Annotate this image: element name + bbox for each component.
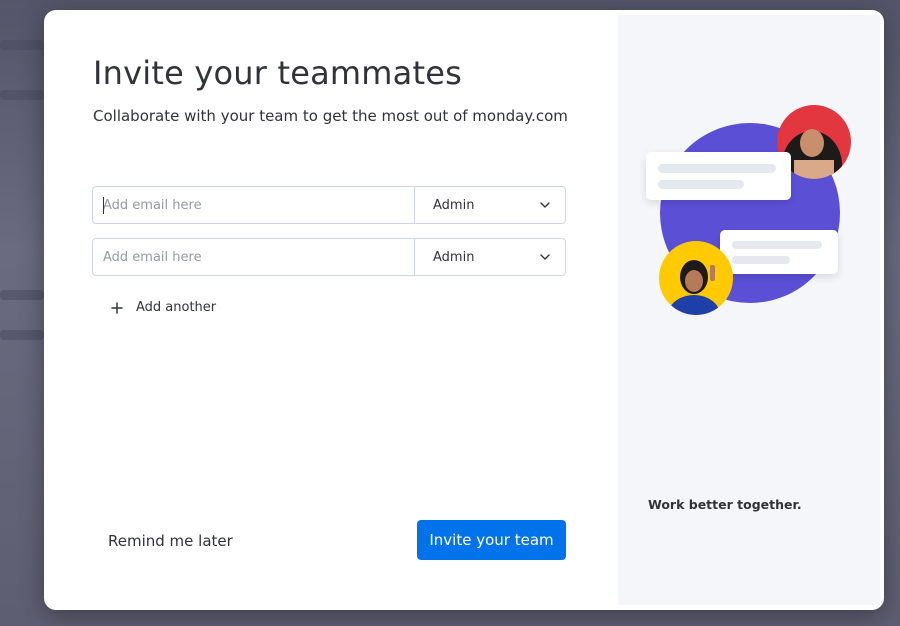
add-another-label: Add another <box>136 300 217 315</box>
invite-modal: Invite your teammates Collaborate with y… <box>44 10 884 610</box>
illustration-panel: Work better together. <box>618 15 880 605</box>
backdrop-blur <box>0 90 44 100</box>
tagline: Work better together. <box>648 497 802 512</box>
modal-subtitle: Collaborate with your team to get the mo… <box>93 107 568 125</box>
invite-team-button[interactable]: Invite your team <box>417 520 566 560</box>
invite-row: Admin <box>92 186 566 224</box>
add-another-button[interactable]: Add another <box>110 300 216 315</box>
backdrop-blur <box>0 40 44 50</box>
chevron-down-icon <box>540 202 550 208</box>
chevron-down-icon <box>540 254 550 260</box>
role-dropdown[interactable]: Admin <box>415 187 565 223</box>
message-card <box>646 152 791 200</box>
team-illustration <box>646 105 851 315</box>
email-field[interactable] <box>93 239 415 275</box>
role-dropdown[interactable]: Admin <box>415 239 565 275</box>
remind-me-later-button[interactable]: Remind me later <box>108 532 233 550</box>
invite-row: Admin <box>92 238 566 276</box>
email-field[interactable] <box>93 187 415 223</box>
role-dropdown-value: Admin <box>433 197 475 213</box>
invite-form-panel: Invite your teammates Collaborate with y… <box>44 10 618 610</box>
modal-title: Invite your teammates <box>93 54 462 92</box>
plus-icon <box>111 301 123 314</box>
message-card <box>720 230 838 274</box>
avatar <box>659 241 733 315</box>
text-caret <box>103 197 104 214</box>
backdrop-blur <box>0 290 44 300</box>
email-field-wrapper <box>93 187 415 223</box>
role-dropdown-value: Admin <box>433 249 475 265</box>
backdrop-blur <box>0 330 44 340</box>
